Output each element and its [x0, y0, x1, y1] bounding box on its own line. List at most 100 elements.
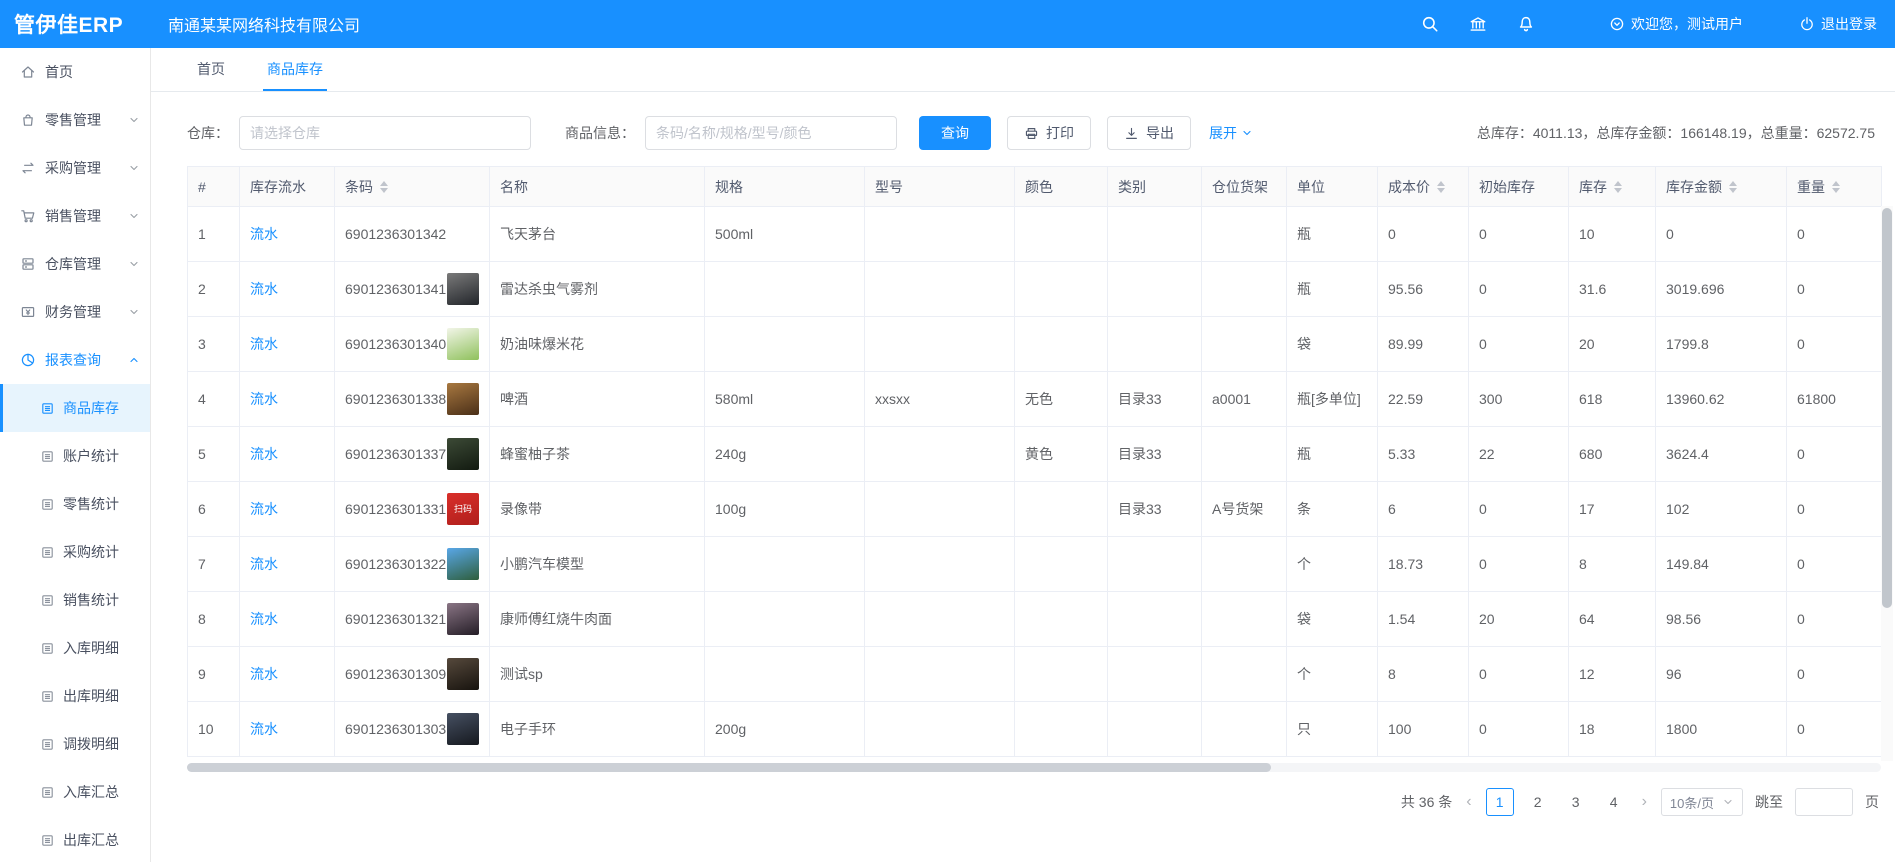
sidebar-subitem-product-stock[interactable]: 商品库存 [0, 384, 150, 432]
expand-link[interactable]: 展开 [1209, 123, 1253, 143]
table-row: 10流水6901236301303电子手环200g只10001818000 [188, 702, 1882, 757]
bank-icon[interactable] [1469, 15, 1487, 33]
sidebar-subitem-retail-stats[interactable]: 零售统计 [0, 480, 150, 528]
cell-weight: 0 [1787, 427, 1882, 482]
sort-icon[interactable] [1832, 181, 1840, 193]
column-header-14[interactable]: 重量 [1787, 167, 1882, 207]
flow-link[interactable]: 流水 [250, 281, 278, 297]
cell-flow: 流水 [240, 592, 335, 647]
retail-icon [20, 112, 36, 128]
page-size-select[interactable]: 10条/页 [1661, 788, 1743, 816]
page-button-1[interactable]: 1 [1486, 788, 1514, 816]
sidebar-subitem-sales-stats[interactable]: 销售统计 [0, 576, 150, 624]
flow-link[interactable]: 流水 [250, 336, 278, 352]
doc-icon [40, 449, 55, 464]
doc-icon [40, 545, 55, 560]
sidebar-subitem-outbound-summary[interactable]: 出库汇总 [0, 816, 150, 862]
column-header-12[interactable]: 库存 [1569, 167, 1656, 207]
cell-shelf: A号货架 [1202, 482, 1287, 537]
cell-barcode: 6901236301321 [335, 592, 490, 647]
cell-category [1108, 207, 1202, 262]
cell-cost: 8 [1378, 647, 1469, 702]
flow-link[interactable]: 流水 [250, 556, 278, 572]
expand-link-label: 展开 [1209, 123, 1237, 143]
cell-shelf [1202, 537, 1287, 592]
cell-unit: 条 [1287, 482, 1378, 537]
column-label: 型号 [875, 177, 903, 197]
cell-model [865, 482, 1015, 537]
app-logo: 管伊佳ERP [0, 9, 150, 39]
column-header-13[interactable]: 库存金额 [1656, 167, 1787, 207]
flow-link[interactable]: 流水 [250, 611, 278, 627]
sidebar-item-reports[interactable]: 报表查询 [0, 336, 150, 384]
notification-bell-icon[interactable] [1517, 15, 1535, 33]
sidebar-item-finance[interactable]: 财务管理 [0, 288, 150, 336]
sidebar-subitem-outbound-detail[interactable]: 出库明细 [0, 672, 150, 720]
page-button-4[interactable]: 4 [1600, 788, 1628, 816]
cell-shelf [1202, 647, 1287, 702]
column-header-2[interactable]: 条码 [335, 167, 490, 207]
column-header-10[interactable]: 成本价 [1378, 167, 1469, 207]
prev-page-button[interactable]: ‹ [1464, 793, 1473, 811]
sidebar-subitem-inbound-summary[interactable]: 入库汇总 [0, 768, 150, 816]
cell-spec: 580ml [705, 372, 865, 427]
doc-icon [40, 497, 55, 512]
cell-unit: 袋 [1287, 592, 1378, 647]
sidebar-subitem-inbound-detail[interactable]: 入库明细 [0, 624, 150, 672]
sort-icon[interactable] [1614, 181, 1622, 193]
sidebar-subitem-purchase-stats[interactable]: 采购统计 [0, 528, 150, 576]
cell-unit: 瓶 [1287, 262, 1378, 317]
sidebar-subitem-label: 调拨明细 [63, 734, 119, 754]
flow-link[interactable]: 流水 [250, 446, 278, 462]
cell-index: 7 [188, 537, 240, 592]
doc-icon [40, 737, 55, 752]
product-thumbnail [447, 603, 479, 635]
vertical-scrollbar-thumb[interactable] [1882, 208, 1892, 608]
cell-initial-stock: 22 [1469, 427, 1569, 482]
sidebar-item-sales[interactable]: 销售管理 [0, 192, 150, 240]
sidebar-item-warehouse[interactable]: 仓库管理 [0, 240, 150, 288]
horizontal-scrollbar-thumb[interactable] [187, 763, 1271, 772]
search-icon[interactable] [1421, 15, 1439, 33]
tab-home[interactable]: 首页 [197, 47, 225, 91]
warehouse-select-input[interactable] [239, 116, 531, 150]
product-info-input[interactable] [645, 116, 897, 150]
table-header-row: #库存流水条码名称规格型号颜色类别仓位货架单位成本价初始库存库存库存金额重量 [188, 167, 1882, 207]
logout-button[interactable]: 退出登录 [1769, 14, 1877, 34]
cell-category [1108, 702, 1202, 757]
cell-stock-amount: 1799.8 [1656, 317, 1787, 372]
sort-icon[interactable] [1729, 181, 1737, 193]
export-button[interactable]: 导出 [1107, 116, 1191, 150]
sidebar-item-retail[interactable]: 零售管理 [0, 96, 150, 144]
flow-link[interactable]: 流水 [250, 226, 278, 242]
jump-page-input[interactable] [1795, 788, 1853, 816]
tab-product-stock[interactable]: 商品库存 [267, 47, 323, 91]
chevron-down-icon [128, 306, 140, 318]
cell-unit: 袋 [1287, 317, 1378, 372]
flow-link[interactable]: 流水 [250, 666, 278, 682]
cell-name: 啤酒 [490, 372, 705, 427]
welcome-user[interactable]: 欢迎您，测试用户 [1579, 14, 1743, 34]
sidebar-subitem-label: 入库明细 [63, 638, 119, 658]
product-info-label: 商品信息： [565, 123, 635, 143]
flow-link[interactable]: 流水 [250, 721, 278, 737]
cell-model: xxsxx [865, 372, 1015, 427]
cell-spec [705, 537, 865, 592]
print-button[interactable]: 打印 [1007, 116, 1091, 150]
page-button-2[interactable]: 2 [1524, 788, 1552, 816]
sidebar-subitem-account-stats[interactable]: 账户统计 [0, 432, 150, 480]
purchase-icon [20, 160, 36, 176]
search-button[interactable]: 查询 [919, 116, 991, 150]
barcode-text: 6901236301331 [345, 501, 446, 517]
sidebar-item-purchase[interactable]: 采购管理 [0, 144, 150, 192]
column-label: 颜色 [1025, 177, 1053, 197]
next-page-button[interactable]: › [1640, 793, 1649, 811]
page-button-3[interactable]: 3 [1562, 788, 1590, 816]
sort-icon[interactable] [380, 181, 388, 193]
flow-link[interactable]: 流水 [250, 501, 278, 517]
sort-icon[interactable] [1437, 181, 1445, 193]
sidebar-item-home[interactable]: 首页 [0, 48, 150, 96]
sidebar: 首页零售管理采购管理销售管理仓库管理财务管理报表查询商品库存账户统计零售统计采购… [0, 48, 151, 862]
flow-link[interactable]: 流水 [250, 391, 278, 407]
sidebar-subitem-transfer-detail[interactable]: 调拨明细 [0, 720, 150, 768]
